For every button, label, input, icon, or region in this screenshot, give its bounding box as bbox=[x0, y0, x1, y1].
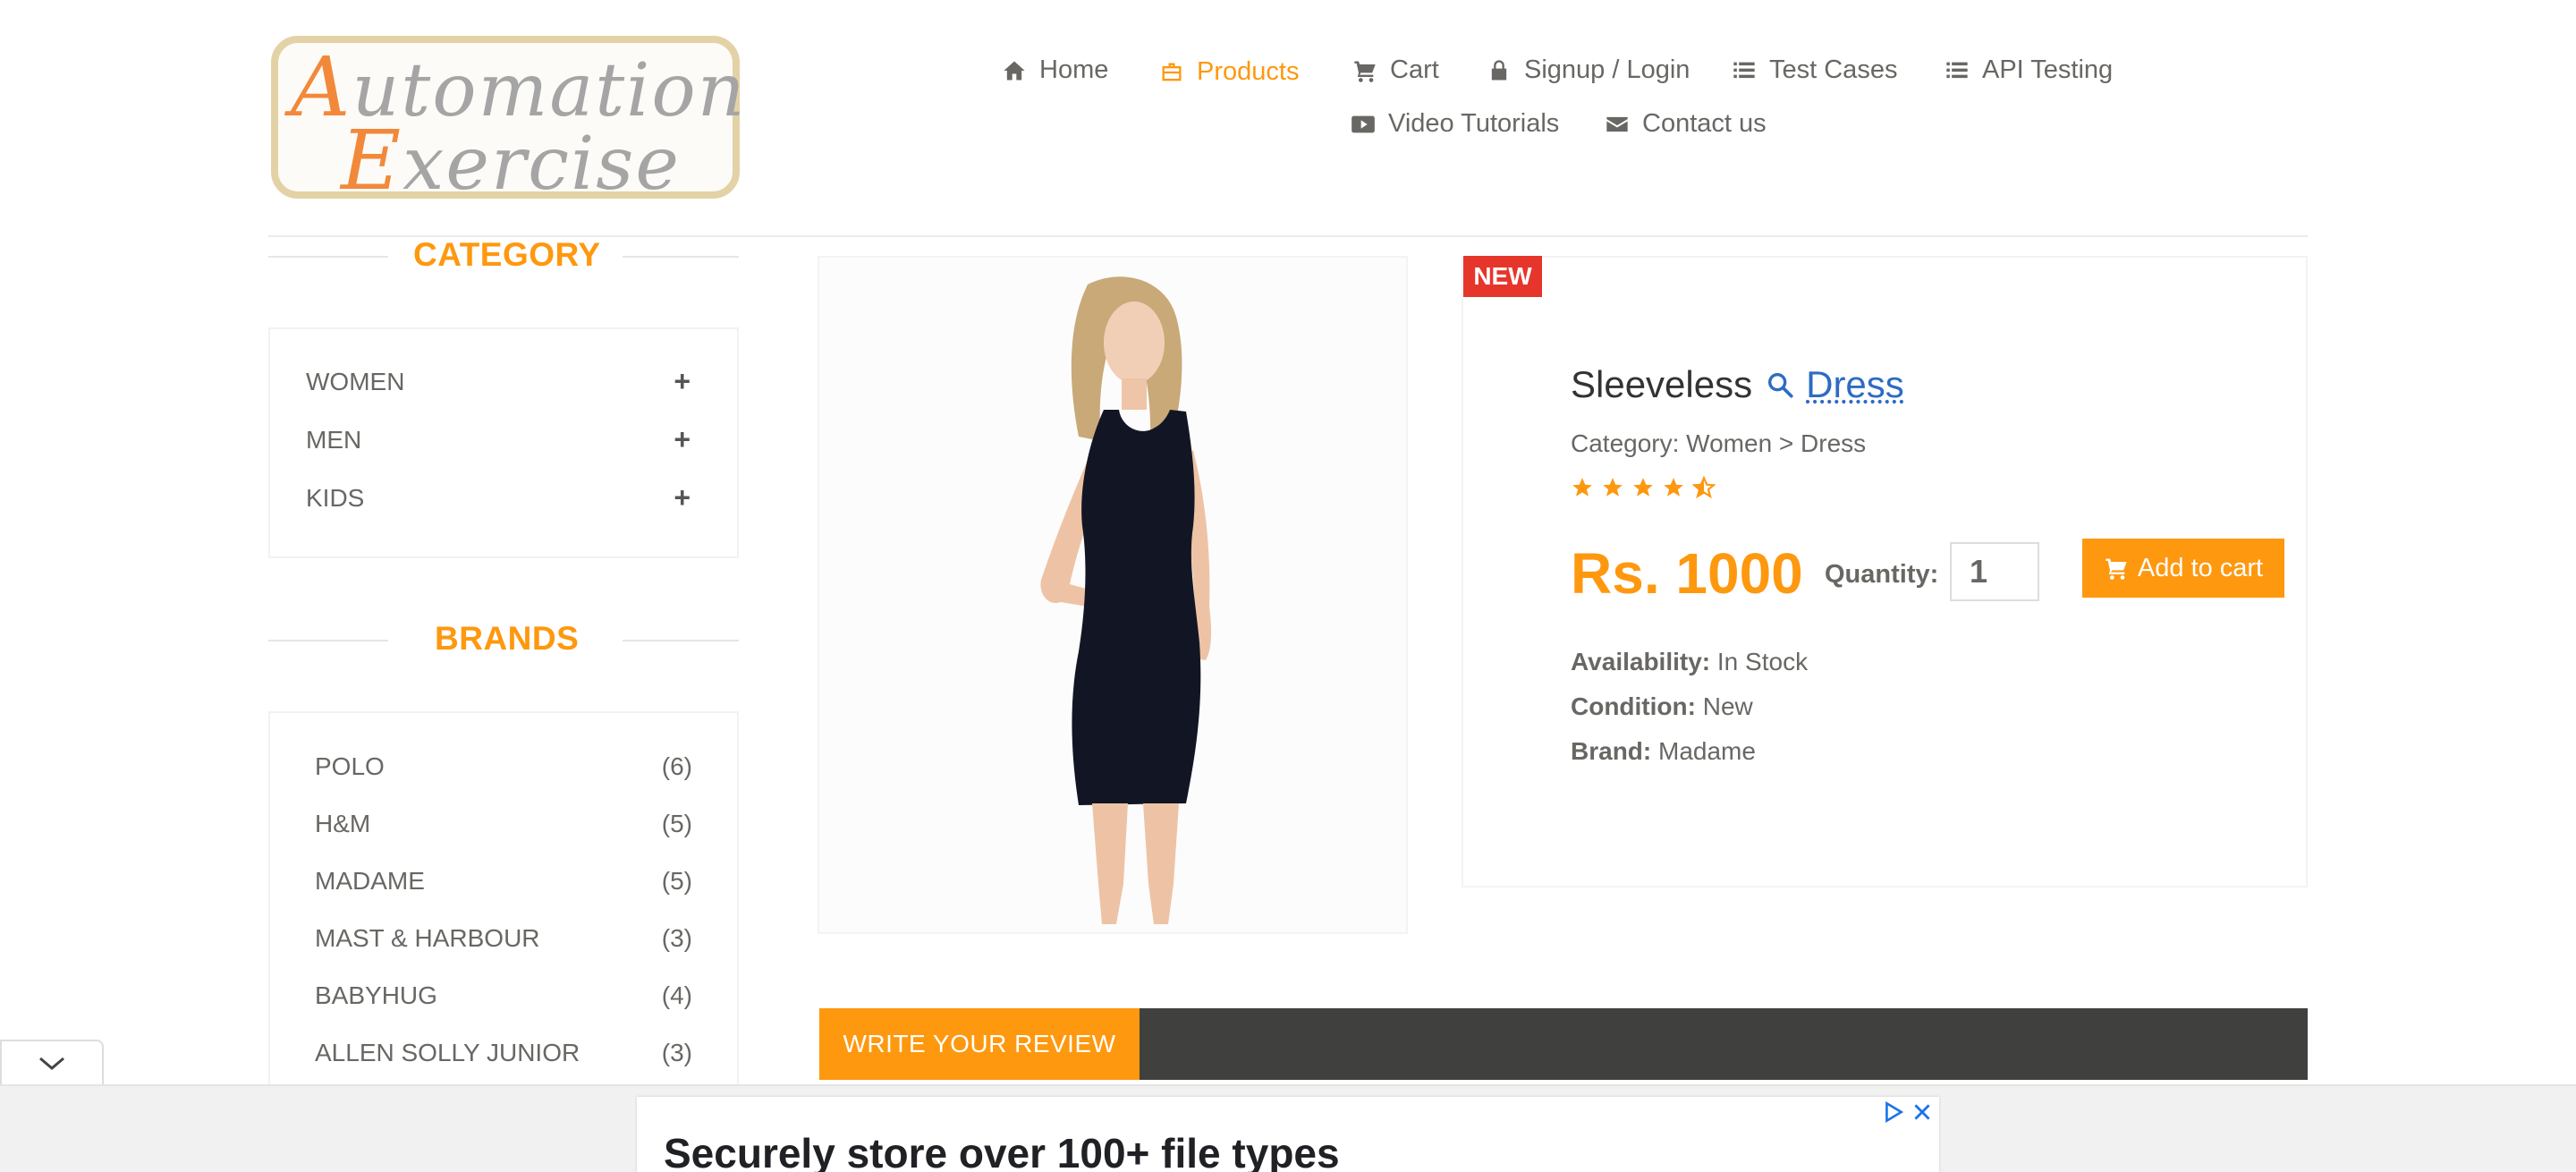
brand-name: BABYHUG bbox=[315, 981, 437, 1009]
nav-contact-us-label: Contact us bbox=[1642, 109, 1767, 138]
star-icon bbox=[1633, 478, 1653, 497]
plus-icon[interactable]: + bbox=[674, 481, 691, 514]
plus-icon[interactable]: + bbox=[674, 423, 691, 456]
brand-name: ALLEN SOLLY JUNIOR bbox=[315, 1039, 580, 1066]
logo-line-2: Exercise bbox=[341, 113, 681, 208]
nav-signup-login[interactable]: Signup / Login bbox=[1487, 55, 1690, 85]
ad-choices-icon[interactable] bbox=[1882, 1100, 1905, 1124]
brand-name: MADAME bbox=[315, 867, 425, 895]
category-title-rule-right bbox=[623, 256, 739, 258]
add-to-cart-button[interactable]: Add to cart bbox=[2082, 539, 2284, 598]
product-rating bbox=[1571, 476, 1716, 499]
condition-value: New bbox=[1702, 692, 1753, 720]
availability-label: Availability: bbox=[1571, 648, 1711, 675]
nav-products-label: Products bbox=[1197, 57, 1300, 86]
list-icon bbox=[1946, 62, 1968, 78]
nav-home[interactable]: Home bbox=[1002, 55, 1108, 85]
close-icon[interactable] bbox=[1911, 1100, 1934, 1124]
nav-api-testing[interactable]: API Testing bbox=[1945, 55, 2113, 85]
category-label: MEN bbox=[306, 425, 362, 454]
nav-video-tutorials[interactable]: Video Tutorials bbox=[1351, 109, 1559, 139]
category-title: CATEGORY bbox=[413, 236, 601, 273]
ad-headline: Securely store over 100+ file types bbox=[664, 1130, 1340, 1172]
brand-item[interactable]: MAST & HARBOUR (3) bbox=[315, 924, 692, 953]
brand-count: (3) bbox=[661, 924, 692, 952]
add-to-cart-label: Add to cart bbox=[2137, 553, 2264, 582]
star-icon bbox=[1603, 478, 1623, 497]
nav-products[interactable]: Products bbox=[1159, 57, 1299, 87]
list-icon bbox=[1733, 62, 1755, 78]
availability-value: In Stock bbox=[1716, 648, 1809, 675]
brand-item[interactable]: BABYHUG (4) bbox=[315, 981, 692, 1010]
logo-cap-e: E bbox=[341, 113, 403, 208]
youtube-play-icon bbox=[1352, 115, 1375, 132]
product-category: Category: Women > Dress bbox=[1571, 429, 1867, 457]
brands-panel: POLO (6) H&M (5) MADAME (5) MAST & HARBO… bbox=[268, 711, 739, 1105]
brand-label: Brand: bbox=[1571, 737, 1652, 765]
brand-name: H&M bbox=[315, 810, 371, 837]
brands-title: BRANDS bbox=[435, 620, 580, 657]
brand-name: POLO bbox=[315, 752, 385, 780]
brand-name: MAST & HARBOUR bbox=[315, 924, 540, 952]
ad-banner[interactable]: Securely store over 100+ file types bbox=[637, 1097, 1939, 1172]
brands-title-rule-left bbox=[268, 640, 388, 641]
category-title-rule-left bbox=[268, 256, 388, 258]
nav-test-cases[interactable]: Test Cases bbox=[1732, 55, 1897, 85]
ad-collapse-button[interactable] bbox=[0, 1040, 104, 1086]
brand-item[interactable]: MADAME (5) bbox=[315, 867, 692, 896]
category-label: KIDS bbox=[306, 483, 365, 512]
category-men[interactable]: MEN + bbox=[306, 423, 691, 456]
brand-item[interactable]: ALLEN SOLLY JUNIOR (3) bbox=[315, 1039, 692, 1067]
nav-cart-label: Cart bbox=[1390, 55, 1439, 84]
chevron-down-icon bbox=[39, 1057, 64, 1070]
cart-icon bbox=[1354, 61, 1376, 82]
condition-label: Condition: bbox=[1571, 692, 1696, 720]
category-panel: WOMEN + MEN + KIDS + bbox=[268, 327, 739, 558]
brand-count: (5) bbox=[661, 810, 692, 837]
nav-test-cases-label: Test Cases bbox=[1769, 55, 1898, 84]
search-icon bbox=[1768, 372, 1793, 398]
new-badge: NEW bbox=[1463, 256, 1542, 297]
nav-video-tutorials-label: Video Tutorials bbox=[1388, 109, 1560, 138]
brand: Brand: Madame bbox=[1571, 737, 1756, 766]
product-image bbox=[818, 256, 1408, 934]
condition: Condition: New bbox=[1571, 692, 1753, 721]
site-logo[interactable]: Automation Exercise bbox=[271, 36, 745, 208]
brand-item[interactable]: POLO (6) bbox=[315, 752, 692, 781]
category-women[interactable]: WOMEN + bbox=[306, 365, 691, 398]
nav-home-label: Home bbox=[1039, 55, 1109, 84]
home-icon bbox=[1004, 61, 1025, 80]
envelope-icon bbox=[1606, 116, 1628, 132]
brand-count: (4) bbox=[661, 981, 692, 1009]
quantity-label: Quantity: bbox=[1825, 560, 1939, 589]
product-name-text: Sleeveless bbox=[1571, 363, 1753, 405]
availability: Availability: In Stock bbox=[1571, 648, 1808, 676]
tab-write-review[interactable]: WRITE YOUR REVIEW bbox=[819, 1008, 1140, 1080]
nav-cart[interactable]: Cart bbox=[1352, 55, 1439, 85]
nav-api-testing-label: API Testing bbox=[1982, 55, 2114, 84]
star-icon bbox=[1664, 478, 1683, 497]
product-name-link[interactable]: Dress bbox=[1806, 363, 1904, 406]
briefcase-icon bbox=[1162, 63, 1182, 81]
category-label: WOMEN bbox=[306, 367, 405, 395]
brand-item[interactable]: H&M (5) bbox=[315, 810, 692, 838]
plus-icon[interactable]: + bbox=[674, 365, 691, 398]
lock-icon bbox=[1491, 59, 1507, 80]
brands-title-rule-right bbox=[623, 640, 739, 641]
brand-count: (5) bbox=[661, 867, 692, 895]
product-price: Rs. 1000 bbox=[1571, 541, 1803, 606]
quantity-input[interactable] bbox=[1950, 542, 2039, 601]
cart-icon bbox=[2106, 558, 2127, 580]
category-kids[interactable]: KIDS + bbox=[306, 481, 691, 514]
logo-text-2: xercise bbox=[402, 122, 681, 207]
star-half-icon bbox=[1692, 476, 1716, 499]
nav-contact-us[interactable]: Contact us bbox=[1605, 109, 1767, 139]
nav-signup-login-label: Signup / Login bbox=[1524, 55, 1690, 84]
brand-value: Madame bbox=[1658, 737, 1756, 765]
product-name: Sleeveless Dress bbox=[1571, 363, 1904, 406]
brand-count: (3) bbox=[661, 1039, 692, 1066]
brand-count: (6) bbox=[661, 752, 692, 780]
model-dress-illustration bbox=[1040, 276, 1212, 924]
star-icon bbox=[1572, 478, 1592, 497]
